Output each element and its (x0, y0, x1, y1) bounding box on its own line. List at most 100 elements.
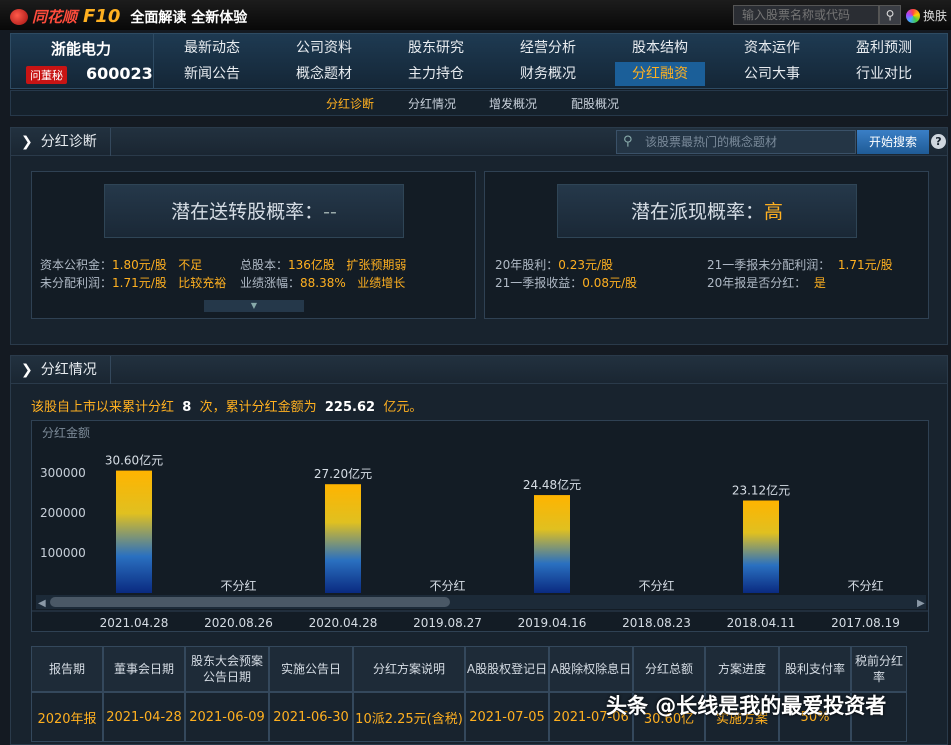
bar[interactable] (534, 495, 570, 593)
y-tick-label: 200000 (40, 506, 86, 520)
nav-item[interactable]: 公司大事 (727, 62, 817, 86)
table-cell: 2021-07-05 (465, 692, 549, 742)
nav-item[interactable]: 概念题材 (279, 62, 369, 86)
summary-suffix: 亿元。 (383, 400, 423, 415)
stock-name: 浙能电力 (51, 40, 112, 58)
x-tick-label: 2017.08.19 (831, 616, 900, 630)
x-tick-label: 2020.04.28 (309, 616, 378, 630)
metric-label: 未分配利润： (40, 276, 113, 290)
scroll-right-icon[interactable]: ▶ (917, 598, 925, 609)
transfer-probability-label: 潜在送转股概率： (171, 201, 324, 223)
x-tick-label: 2021.04.28 (100, 616, 169, 630)
bar-value-label: 27.20亿元 (314, 466, 372, 481)
bar[interactable] (743, 500, 779, 593)
y-axis-label: 分红金额 (42, 425, 90, 440)
bar[interactable] (325, 484, 361, 593)
chevron-down-icon[interactable]: ▼ (204, 300, 304, 312)
summary-prefix: 该股自上市以来累计分红 (31, 400, 175, 415)
dividend-diagnosis-panel: ❯ 分红诊断 ⚲ 该股票最热门的概念题材 开始搜索 ? 潜在送转股概率：-- 资… (10, 127, 948, 345)
table-header-cell: A股除权除息日 (549, 646, 633, 692)
metric-label: 20年股利： (495, 258, 559, 272)
metric-row: 总股本：136亿股 扩张预期弱 (240, 256, 406, 273)
x-tick-label: 2019.08.27 (413, 616, 482, 630)
bar-value-label: 不分红 (429, 578, 465, 593)
brand-f10: F10 (83, 6, 121, 27)
x-tick-label: 2018.08.23 (622, 616, 691, 630)
table-header-cell: 实施公告日 (269, 646, 353, 692)
nav-item[interactable]: 盈利预测 (839, 36, 929, 60)
x-tick-label: 2019.04.16 (518, 616, 587, 630)
subnav-item-additional-issuance[interactable]: 增发概况 (489, 95, 537, 112)
nav-item[interactable]: 分红融资 (615, 62, 705, 86)
dividend-count: 8 (182, 400, 192, 415)
metric-row: 20年报是否分红： 是 (707, 274, 826, 291)
help-icon[interactable]: ? (931, 134, 946, 149)
nav-item[interactable]: 经营分析 (503, 36, 593, 60)
brand-slogan: 全面解读 全新体验 (130, 9, 248, 26)
metric-value: 1.80元/股 (112, 258, 167, 272)
bar[interactable] (116, 470, 152, 593)
bar-value-label: 24.48亿元 (523, 477, 581, 492)
start-search-button[interactable]: 开始搜索 (857, 130, 929, 154)
table-header-cell: 董事会日期 (103, 646, 185, 692)
skin-switch-button[interactable]: 换肤 (906, 7, 947, 24)
stock-search-input[interactable] (733, 5, 879, 25)
table-header-cell: 税前分红率 (851, 646, 907, 692)
scrollbar-thumb[interactable] (50, 597, 450, 607)
metric-value: 0.23元/股 (558, 258, 614, 272)
bar-value-label: 不分红 (638, 578, 674, 593)
panel-header: ❯ 分红诊断 ⚲ 该股票最热门的概念题材 开始搜索 ? (11, 128, 947, 156)
nav-item[interactable]: 行业对比 (839, 62, 929, 86)
subnav-item-rights-issue[interactable]: 配股概况 (571, 95, 619, 112)
table-header-cell: 报告期 (31, 646, 103, 692)
metric-note: 业绩增长 (357, 276, 406, 290)
nav-item[interactable]: 最新动态 (167, 36, 257, 60)
nav-item[interactable]: 新闻公告 (167, 62, 257, 86)
metric-label: 21一季报收益： (495, 276, 583, 290)
search-icon: ⚲ (623, 134, 633, 149)
nav-item[interactable]: 股本结构 (615, 36, 705, 60)
metric-value: 136亿股 (288, 258, 335, 272)
dividend-summary: 该股自上市以来累计分红 8 次，累计分红金额为 225.62 亿元。 (31, 396, 422, 415)
palette-icon (906, 8, 920, 23)
metric-value: 是 (813, 276, 826, 290)
cash-probability-label: 潜在派现概率： (630, 201, 764, 223)
brand-name: 同花顺 (32, 8, 78, 26)
panel-title: ❯ 分红情况 (11, 356, 111, 384)
table-cell: 2020年报 (31, 692, 103, 742)
nav-item[interactable]: 主力持仓 (391, 62, 481, 86)
scroll-left-icon[interactable]: ◀ (38, 598, 46, 609)
top-bar: 同花顺 F10 全面解读 全新体验 ⚲ 换肤 (0, 0, 951, 30)
ask-secretary-button[interactable]: 问董秘 (26, 66, 67, 84)
metric-row: 业绩涨幅：88.38% 业绩增长 (240, 274, 405, 291)
dividend-status-panel: ❯ 分红情况 该股自上市以来累计分红 8 次，累计分红金额为 225.62 亿元… (10, 355, 948, 745)
table-header-cell: A股股权登记日 (465, 646, 549, 692)
dividend-chart: 分红金额 100000 200000 300000 30.60亿元 2021.04.28 不… (31, 420, 929, 632)
concept-search-input[interactable]: ⚲ 该股票最热门的概念题材 (616, 130, 856, 154)
x-tick-label: 2018.04.11 (727, 616, 796, 630)
subnav-item-dividend-diagnosis[interactable]: 分红诊断 (326, 95, 374, 112)
cash-probability: 潜在派现概率：高 (557, 184, 857, 238)
transfer-probability-value: -- (323, 201, 337, 223)
brand-logo[interactable]: 同花顺 F10 全面解读 全新体验 (10, 6, 247, 27)
sub-nav: 分红诊断 分红情况 增发概况 配股概况 (10, 90, 948, 116)
nav-item[interactable]: 公司资料 (279, 36, 369, 60)
dividend-bar-chart: 分红金额 100000 200000 300000 30.60亿元 2021.04.28 不… (32, 425, 928, 630)
nav-item[interactable]: 资本运作 (727, 36, 817, 60)
subnav-item-dividend-status[interactable]: 分红情况 (408, 95, 456, 112)
chevron-right-icon: ❯ (21, 134, 33, 150)
table-header-cell: 分红方案说明 (353, 646, 465, 692)
metric-label: 20年报是否分红： (707, 276, 807, 290)
metric-label: 业绩涨幅： (240, 276, 301, 290)
nav-item[interactable]: 财务概况 (503, 62, 593, 86)
bar-value-label: 不分红 (220, 578, 256, 593)
table-header-cell: 分红总额 (633, 646, 705, 692)
search-icon[interactable]: ⚲ (879, 5, 901, 25)
nav-item[interactable]: 股东研究 (391, 36, 481, 60)
metric-row: 21一季报收益：0.08元/股 (495, 274, 637, 291)
metric-row: 20年股利：0.23元/股 (495, 256, 613, 273)
bar-value-label: 23.12亿元 (732, 483, 790, 498)
metric-value: 0.08元/股 (582, 276, 638, 290)
table-header-cell: 方案进度 (705, 646, 779, 692)
metric-row: 资本公积金：1.80元/股 不足 (40, 256, 202, 273)
